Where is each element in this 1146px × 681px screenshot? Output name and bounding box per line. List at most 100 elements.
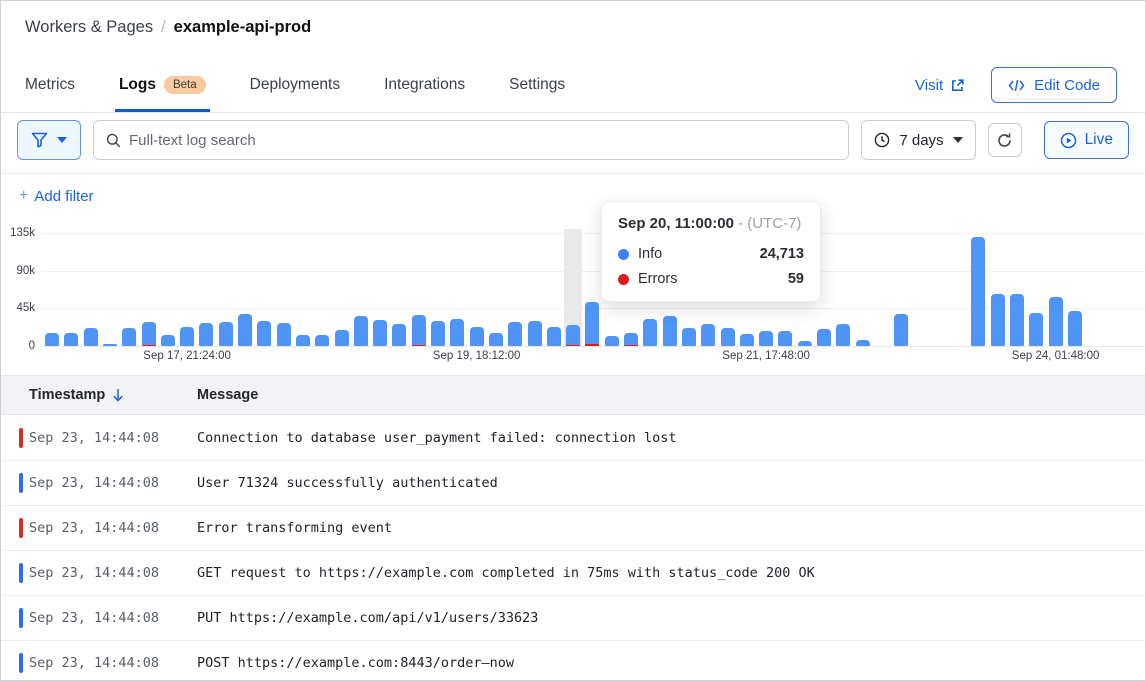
- log-message: PUT https://example.com/api/v1/users/336…: [197, 610, 1145, 626]
- log-row[interactable]: Sep 23, 14:44:08PUT https://example.com/…: [1, 596, 1145, 641]
- log-row[interactable]: Sep 23, 14:44:08POST https://example.com…: [1, 641, 1145, 681]
- chart-bar[interactable]: [817, 329, 831, 346]
- chart-bar[interactable]: [315, 335, 329, 346]
- chart-bar[interactable]: [489, 333, 503, 346]
- code-icon: [1008, 79, 1025, 92]
- chart-bar[interactable]: [1049, 297, 1063, 346]
- breadcrumb-section[interactable]: Workers & Pages: [25, 18, 153, 37]
- log-row[interactable]: Sep 23, 14:44:08Error transforming event: [1, 506, 1145, 551]
- chart-bar[interactable]: [585, 302, 599, 346]
- tab-bar: Metrics Logs Beta Deployments Integratio…: [1, 57, 1145, 113]
- chart-bar[interactable]: [1068, 311, 1082, 346]
- log-row[interactable]: Sep 23, 14:44:08Connection to database u…: [1, 416, 1145, 461]
- refresh-button[interactable]: [988, 123, 1022, 157]
- chart-bar[interactable]: [856, 340, 870, 346]
- chart-bar[interactable]: [122, 328, 136, 346]
- chart-bar[interactable]: [335, 330, 349, 346]
- tooltip-info-value: 24,713: [760, 246, 804, 262]
- chart-bar[interactable]: [1029, 313, 1043, 346]
- chart-bar[interactable]: [296, 335, 310, 346]
- chart-bar[interactable]: [1010, 294, 1024, 346]
- tooltip-errors-row: Errors 59: [618, 271, 804, 287]
- chart-bar[interactable]: [470, 327, 484, 346]
- chart-bar[interactable]: [277, 323, 291, 346]
- breadcrumb: Workers & Pages / example-api-prod: [25, 18, 311, 37]
- tooltip-errors-label: Errors: [638, 271, 677, 287]
- breadcrumb-separator: /: [161, 18, 166, 37]
- log-timestamp: Sep 23, 14:44:08: [1, 430, 197, 446]
- chart-bar[interactable]: [508, 322, 522, 346]
- chart-bar[interactable]: [45, 333, 59, 346]
- log-row[interactable]: Sep 23, 14:44:08User 71324 successfully …: [1, 461, 1145, 506]
- chart-bar[interactable]: [238, 314, 252, 346]
- chart-bar[interactable]: [566, 325, 580, 346]
- chart-bar[interactable]: [605, 336, 619, 346]
- chart-bar[interactable]: [142, 322, 156, 346]
- tooltip-errors-value: 59: [788, 271, 804, 287]
- external-link-icon: [950, 78, 965, 93]
- info-dot-icon: [618, 249, 629, 260]
- log-message: POST https://example.com:8443/order—now: [197, 655, 1145, 671]
- tab-deployments[interactable]: Deployments: [250, 57, 340, 112]
- chart-bar[interactable]: [971, 237, 985, 346]
- filter-dropdown-button[interactable]: [17, 120, 81, 160]
- sort-descending-icon[interactable]: [112, 388, 124, 402]
- chart-bar[interactable]: [624, 333, 638, 346]
- chart-bar[interactable]: [392, 324, 406, 346]
- chart-bar[interactable]: [991, 294, 1005, 346]
- chart-bar[interactable]: [836, 324, 850, 346]
- live-button[interactable]: Live: [1044, 121, 1129, 159]
- chart-bar[interactable]: [103, 344, 117, 347]
- chart-bar[interactable]: [64, 333, 78, 346]
- chart-bar-error-segment: [412, 345, 426, 347]
- chart-bar[interactable]: [798, 341, 812, 346]
- tab-logs[interactable]: Logs Beta: [119, 57, 206, 112]
- log-row[interactable]: Sep 23, 14:44:08GET request to https://e…: [1, 551, 1145, 596]
- chart-bar[interactable]: [431, 321, 445, 346]
- tab-settings[interactable]: Settings: [509, 57, 565, 112]
- chart-bar[interactable]: [219, 322, 233, 346]
- y-axis-tick-label: 135k: [1, 227, 35, 239]
- page-title: example-api-prod: [174, 18, 312, 37]
- add-filter-button[interactable]: + Add filter: [19, 187, 94, 205]
- time-range-dropdown[interactable]: 7 days: [861, 120, 975, 160]
- divider: [1, 173, 1145, 174]
- edit-code-button[interactable]: Edit Code: [991, 67, 1117, 103]
- chart-bar[interactable]: [778, 331, 792, 346]
- chart-bar[interactable]: [373, 320, 387, 346]
- chart-bar[interactable]: [450, 319, 464, 346]
- chart-bar[interactable]: [547, 327, 561, 346]
- chart-gridline: [41, 233, 1146, 234]
- timestamp-column-header[interactable]: Timestamp: [29, 387, 105, 403]
- chart-bar[interactable]: [740, 334, 754, 346]
- chart-bar[interactable]: [412, 315, 426, 346]
- chart-bar[interactable]: [180, 327, 194, 346]
- log-message: Error transforming event: [197, 520, 1145, 536]
- tab-metrics[interactable]: Metrics: [25, 57, 75, 112]
- tab-integrations[interactable]: Integrations: [384, 57, 465, 112]
- chart-bar[interactable]: [894, 314, 908, 346]
- chart-bar[interactable]: [759, 331, 773, 346]
- chart-bar[interactable]: [721, 328, 735, 346]
- x-axis-tick-label: Sep 21, 17:48:00: [722, 350, 810, 362]
- chart-bar[interactable]: [199, 323, 213, 346]
- visit-link[interactable]: Visit: [915, 77, 965, 94]
- chart-bar[interactable]: [663, 316, 677, 346]
- chart-gridline: [41, 346, 1146, 347]
- chart-bar[interactable]: [354, 316, 368, 346]
- y-axis-tick-label: 90k: [1, 265, 35, 277]
- chart-bar[interactable]: [701, 324, 715, 346]
- chart-bar[interactable]: [161, 335, 175, 346]
- tooltip-info-row: Info 24,713: [618, 246, 804, 262]
- chart-bar[interactable]: [84, 328, 98, 346]
- log-timestamp: Sep 23, 14:44:08: [1, 565, 197, 581]
- play-circle-icon: [1060, 132, 1077, 149]
- chart-bar[interactable]: [682, 328, 696, 346]
- chart-bar[interactable]: [257, 321, 271, 346]
- chart-bar[interactable]: [528, 321, 542, 346]
- time-range-value: 7 days: [899, 132, 943, 149]
- chart-tooltip: Sep 20, 11:00:00 - (UTC-7) Info 24,713 E…: [601, 201, 821, 302]
- log-volume-chart[interactable]: 135k90k45k0Sep 17, 21:24:00Sep 19, 18:12…: [1, 233, 1146, 346]
- search-input[interactable]: [129, 132, 836, 149]
- chart-bar[interactable]: [643, 319, 657, 346]
